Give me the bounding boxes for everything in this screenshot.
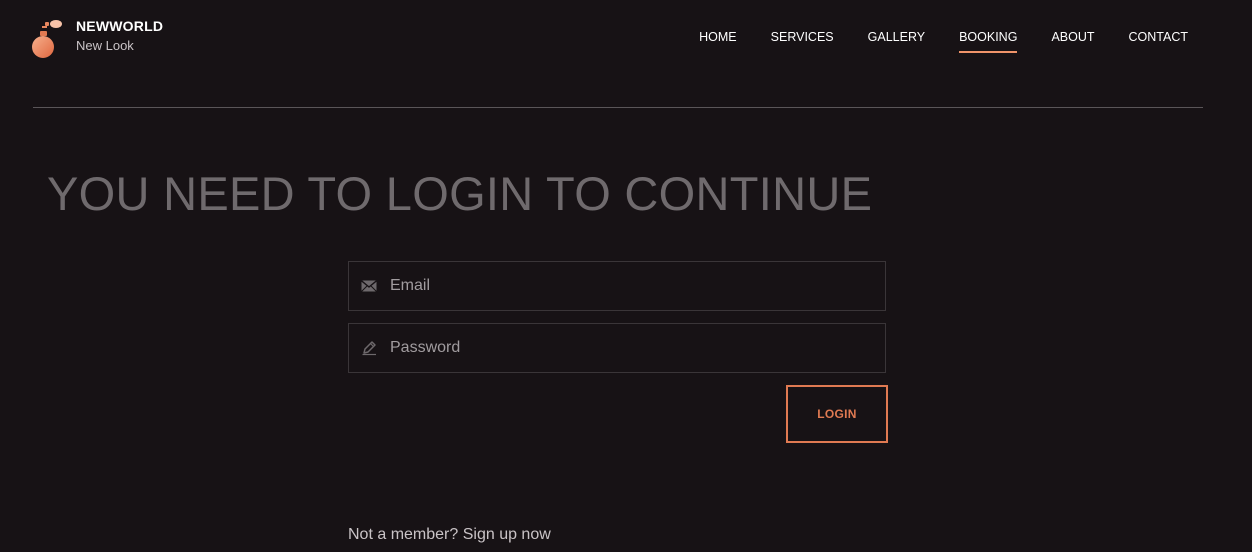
nav-item-about[interactable]: ABOUT bbox=[1051, 30, 1094, 53]
login-page: NEWWORLD New Look HOME SERVICES GALLERY … bbox=[0, 0, 1252, 552]
login-button[interactable]: LOGIN bbox=[786, 385, 888, 443]
main-nav: HOME SERVICES GALLERY BOOKING ABOUT CONT… bbox=[665, 30, 1188, 53]
signup-prompt: Not a member? Sign up now bbox=[348, 525, 551, 545]
signup-link[interactable]: Sign up now bbox=[463, 526, 551, 543]
nav-item-booking[interactable]: BOOKING bbox=[959, 30, 1018, 53]
brand-tagline: New Look bbox=[76, 38, 134, 53]
header-divider bbox=[33, 107, 1203, 108]
brand[interactable]: NEWWORLD New Look bbox=[30, 18, 163, 60]
brand-text: NEWWORLD New Look bbox=[76, 18, 163, 53]
email-input[interactable] bbox=[390, 262, 885, 310]
nav-item-contact[interactable]: CONTACT bbox=[1129, 30, 1189, 53]
email-field[interactable] bbox=[348, 261, 886, 311]
password-input[interactable] bbox=[390, 324, 885, 372]
perfume-bottle-icon bbox=[32, 20, 62, 58]
password-field[interactable] bbox=[348, 323, 886, 373]
nav-item-services[interactable]: SERVICES bbox=[771, 30, 834, 53]
nav-item-home[interactable]: HOME bbox=[699, 30, 737, 53]
signup-prompt-text: Not a member? bbox=[348, 526, 459, 543]
nav-item-gallery[interactable]: GALLERY bbox=[868, 30, 925, 53]
pencil-icon bbox=[360, 339, 378, 357]
page-title: YOU NEED TO LOGIN TO CONTINUE bbox=[47, 167, 873, 220]
envelope-icon bbox=[360, 277, 378, 295]
brand-name: NEWWORLD bbox=[76, 18, 164, 34]
